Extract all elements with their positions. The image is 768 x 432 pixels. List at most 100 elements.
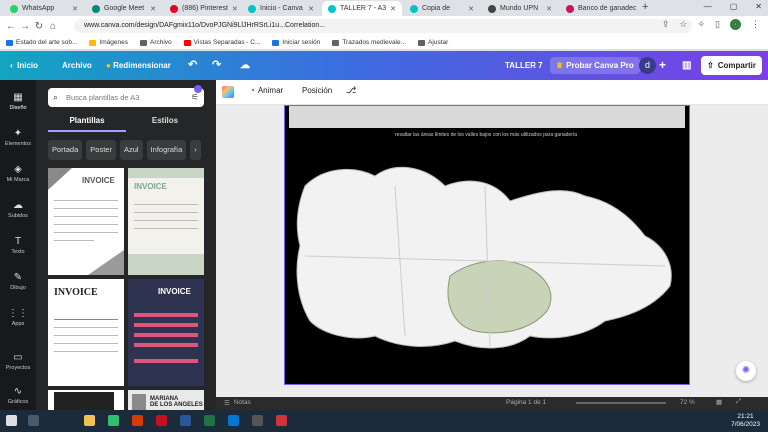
close-tab-icon[interactable]: ✕ (72, 5, 78, 13)
browser-tab-inicio-canva[interactable]: Inicio - Canva ✕ (242, 1, 320, 16)
browser-tab-taller7[interactable]: TALLER 7 - A3 ✕ (322, 1, 402, 16)
animate-button[interactable]: ◔ Animar (250, 86, 283, 95)
maximize-icon[interactable]: ▢ (730, 2, 738, 11)
folder-icon (89, 39, 97, 46)
rail-item-apps[interactable]: ⋮⋮ Apps (0, 308, 36, 327)
canvas-text[interactable]: resaltar las áreas límites de los valles… (395, 132, 595, 138)
tab-estilos[interactable]: Estilos (126, 114, 204, 132)
close-tab-icon[interactable]: ✕ (468, 5, 474, 13)
bookmark-item[interactable]: Ajustar (418, 39, 448, 46)
bookmark-item[interactable]: Iniciar sesión (272, 39, 320, 46)
browser-tab-banco[interactable]: Banco de ganadec ✕ (560, 1, 638, 16)
stats-icon[interactable]: ▥ (682, 51, 691, 80)
user-avatar[interactable]: d (639, 57, 656, 74)
chip-poster[interactable]: Poster (86, 140, 116, 160)
edge-icon[interactable] (228, 415, 239, 426)
close-tab-icon[interactable]: ✕ (390, 5, 396, 13)
system-clock[interactable]: 21:21 7/06/2023 (731, 413, 760, 429)
rail-item-texto[interactable]: T Texto (0, 236, 36, 255)
word-icon[interactable] (180, 415, 191, 426)
close-tab-icon[interactable]: ✕ (308, 5, 314, 13)
tab-plantillas[interactable]: Plantillas (48, 114, 126, 132)
zoom-slider[interactable] (576, 402, 666, 404)
close-tab-icon[interactable]: ✕ (546, 5, 552, 13)
grid-view-icon[interactable]: ▦ (716, 398, 722, 406)
close-window-icon[interactable]: ✕ (755, 2, 762, 11)
file-menu[interactable]: Archivo (62, 51, 92, 80)
upgrade-button[interactable]: ♛ Probar Canva Pro (550, 57, 640, 74)
home-nav[interactable]: ‹ Inicio (10, 51, 38, 80)
excel-icon[interactable] (204, 415, 215, 426)
file-explorer-icon[interactable] (84, 415, 95, 426)
browser-tab-google-meet[interactable]: Google Meet ✕ (86, 1, 162, 16)
notes-button[interactable]: ☰ Notas (224, 399, 251, 407)
rail-item-mi-marca[interactable]: ◈ Mi Marca (0, 164, 36, 183)
browser-tab-whatsapp[interactable]: WhatsApp ✕ (4, 1, 84, 16)
sidebar-icon[interactable]: ▯ (715, 19, 720, 30)
rail-item-elementos[interactable]: ✦ Elementos (0, 128, 36, 147)
profile-avatar[interactable]: · (730, 19, 741, 30)
extensions-icon[interactable]: ✧ (698, 19, 706, 30)
url-field[interactable]: www.canva.com/design/DAFgmix11o/DvoPJGNi… (74, 19, 692, 33)
chips-next-icon[interactable]: › (190, 140, 201, 160)
acrobat-icon[interactable] (156, 415, 167, 426)
panel-tabs: Plantillas Estilos (48, 114, 204, 132)
template-thumbnail[interactable]: MARIANA DE LOS ANGELES (128, 390, 204, 410)
apps-icon: ⋮⋮ (8, 308, 28, 319)
home-icon[interactable]: ⌂ (46, 21, 60, 32)
redo-icon[interactable]: ↷ (212, 51, 221, 80)
rail-item-subidos[interactable]: ☁ Subidos (0, 200, 36, 219)
bookmark-item[interactable]: Vistas Separadas - C... (183, 39, 260, 46)
map-image[interactable] (285, 146, 689, 386)
zoom-level[interactable]: 72 % (680, 399, 695, 406)
undo-icon[interactable]: ↶ (188, 51, 197, 80)
start-icon[interactable] (6, 415, 17, 426)
pdf-icon[interactable] (276, 415, 287, 426)
powerpoint-icon[interactable] (132, 415, 143, 426)
browser-tab-copia[interactable]: Copia de ✕ (404, 1, 480, 16)
resize-button[interactable]: ● Redimensionar (106, 51, 171, 80)
color-picker-icon[interactable] (222, 86, 234, 98)
template-thumbnail[interactable] (48, 390, 124, 410)
minimize-icon[interactable]: — (704, 2, 712, 11)
chip-infografia[interactable]: Infografía (146, 140, 187, 160)
rail-item-dibujo[interactable]: ✎ Dibujo (0, 272, 36, 291)
search-icon[interactable] (28, 415, 39, 426)
browser-tab-pinterest[interactable]: (886) Pinterest ✕ (164, 1, 240, 16)
bookmark-star-icon[interactable]: ☆ (679, 19, 687, 30)
template-thumbnail[interactable]: INVOICE (128, 168, 204, 275)
rail-item-proyectos[interactable]: ▭ Proyectos (0, 352, 36, 371)
chip-azul[interactable]: Azul (119, 140, 143, 160)
menu-icon[interactable]: ⋮ (751, 19, 760, 30)
add-collaborator-icon[interactable]: + (659, 51, 666, 80)
bookmark-item[interactable]: Estado del arte sob... (6, 39, 77, 46)
template-line (54, 200, 118, 201)
browser-tab-mundo-upn[interactable]: Mundo UPN ✕ (482, 1, 558, 16)
close-tab-icon[interactable]: ✕ (232, 5, 238, 13)
template-thumbnail[interactable]: INVOICE (48, 279, 124, 386)
share-page-icon[interactable]: ⇪ (662, 19, 670, 30)
chrome-icon[interactable] (108, 415, 119, 426)
template-thumbnail[interactable]: INVOICE (128, 279, 204, 386)
forward-icon[interactable]: → (18, 21, 32, 32)
fullscreen-icon[interactable]: ⤢ (736, 398, 741, 406)
chip-portada[interactable]: Portada (48, 140, 83, 160)
new-tab-button[interactable]: + (642, 1, 648, 13)
design-page[interactable]: resaltar las áreas límites de los valles… (284, 105, 690, 385)
document-title[interactable]: TALLER 7 (505, 51, 543, 80)
position-button[interactable]: Posición (302, 86, 332, 95)
rail-item-graficos[interactable]: ∿ Gráficos (0, 386, 36, 405)
share-button[interactable]: ⇧ Compartir (701, 56, 762, 75)
rail-item-diseno[interactable]: ▦ Diseño (0, 92, 36, 111)
bookmark-item[interactable]: Archivo (139, 39, 172, 46)
bookmark-item[interactable]: Trazados medievale... (332, 39, 406, 46)
close-tab-icon[interactable]: ✕ (150, 5, 156, 13)
paint-format-icon[interactable]: ⎇ (346, 85, 356, 96)
app-icon[interactable] (252, 415, 263, 426)
bookmark-item[interactable]: Imágenes (89, 39, 128, 46)
template-search-input[interactable]: ⌕ Busca plantillas de A3 ⚟ (48, 85, 204, 107)
magic-assist-icon[interactable]: ✺ (736, 361, 756, 381)
back-icon[interactable]: ← (4, 21, 18, 32)
template-thumbnail[interactable]: INVOICE (48, 168, 124, 275)
reload-icon[interactable]: ↻ (32, 21, 46, 32)
